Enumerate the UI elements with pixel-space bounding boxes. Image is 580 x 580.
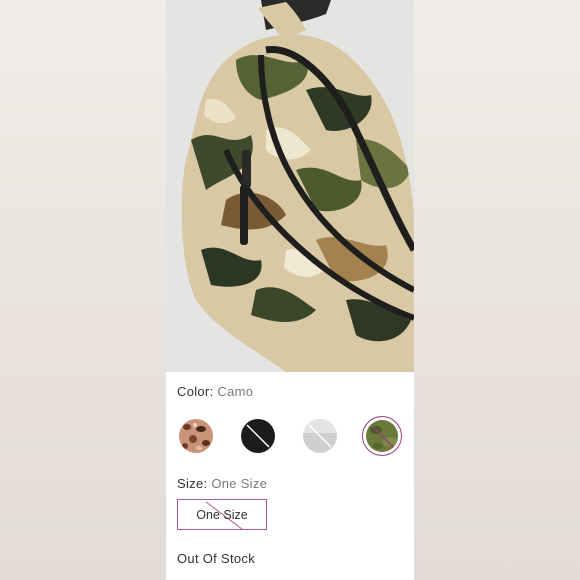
color-value: Camo bbox=[217, 384, 254, 399]
leopard-pattern-icon bbox=[179, 419, 213, 453]
size-selector-label: Size: One Size bbox=[177, 476, 267, 491]
color-swatches bbox=[176, 416, 406, 462]
size-value: One Size bbox=[211, 476, 268, 491]
swatch-camo[interactable] bbox=[362, 416, 402, 456]
swatch-black[interactable] bbox=[238, 416, 278, 456]
product-image[interactable] bbox=[166, 0, 414, 372]
silver-swatch-icon bbox=[303, 419, 337, 453]
bag-illustration bbox=[166, 0, 414, 372]
black-swatch-icon bbox=[241, 419, 275, 453]
product-panel: Color: Camo Size: One Size One Size Out … bbox=[166, 0, 414, 580]
size-option-one-size[interactable]: One Size bbox=[177, 499, 267, 530]
stock-status: Out Of Stock bbox=[177, 551, 256, 566]
background-right bbox=[414, 0, 580, 580]
color-label: Color: bbox=[177, 384, 214, 399]
background-left bbox=[0, 0, 166, 580]
swatch-leopard[interactable] bbox=[176, 416, 216, 456]
size-option-label: One Size bbox=[196, 507, 248, 522]
size-label: Size: bbox=[177, 476, 208, 491]
swatch-silver[interactable] bbox=[300, 416, 340, 456]
camo-swatch-icon bbox=[366, 420, 398, 452]
color-selector-label: Color: Camo bbox=[177, 384, 253, 399]
